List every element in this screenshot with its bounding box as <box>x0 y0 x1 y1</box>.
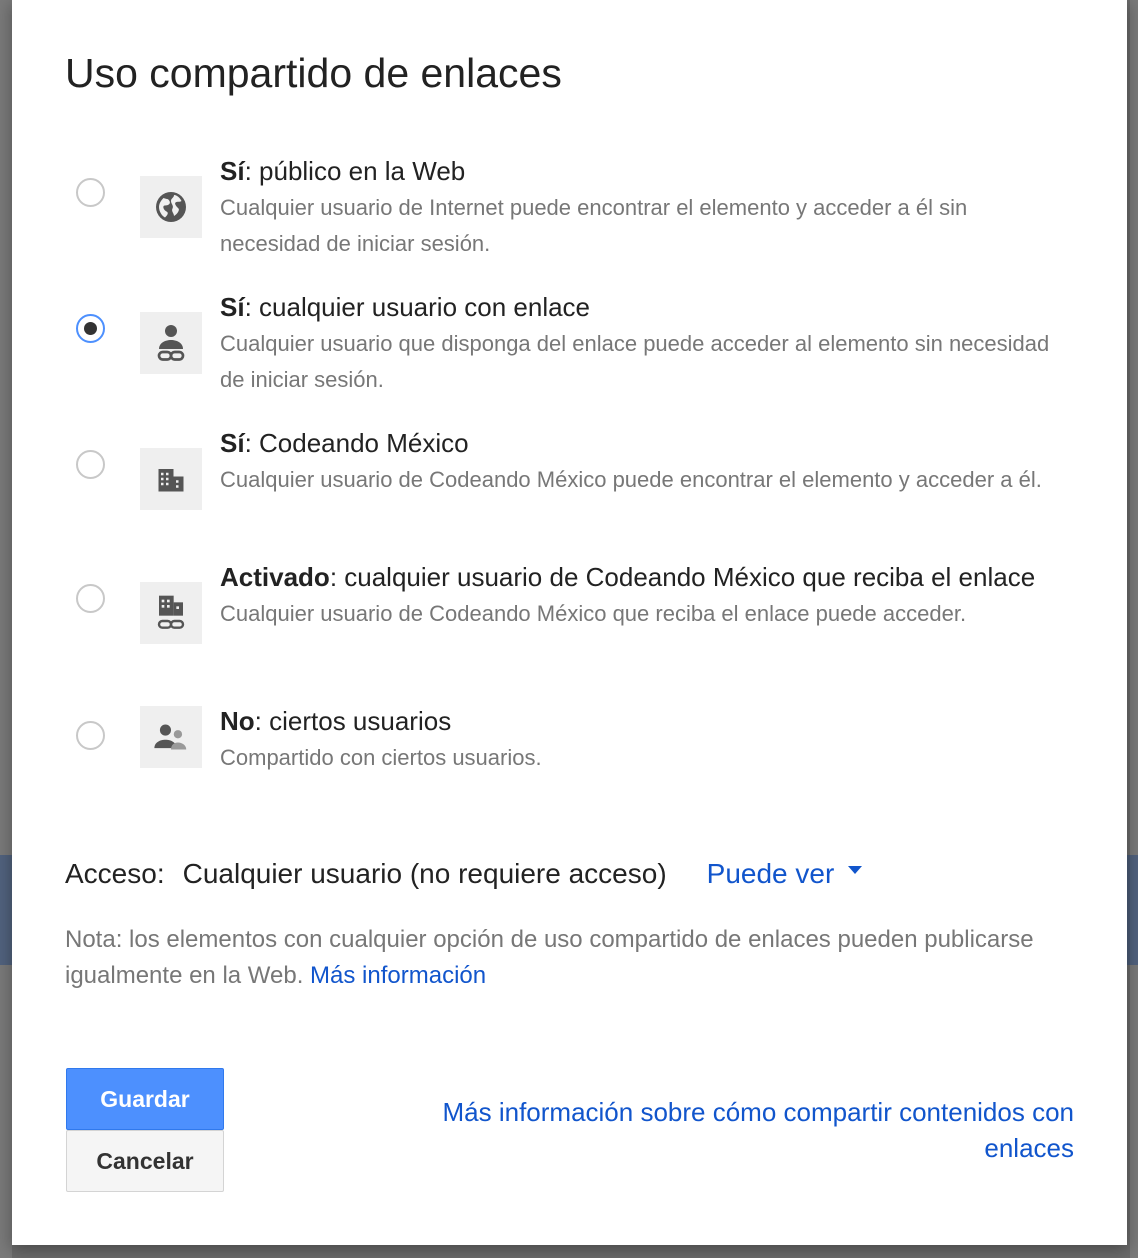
more-info-link[interactable]: Más información <box>310 962 486 989</box>
option-title: Activado: cualquier usuario de Codeando … <box>220 562 1036 592</box>
building-link-icon <box>140 582 202 644</box>
option-title: Sí: Codeando México <box>220 428 469 458</box>
note-body: Nota: los elementos con cualquier opción… <box>65 926 1034 989</box>
option-description: Cualquier usuario de Codeando México pue… <box>220 467 1042 492</box>
background-page-left <box>0 0 12 1258</box>
access-label: Acceso: <box>65 858 165 889</box>
caret-down-icon[interactable] <box>848 866 863 874</box>
option-description: Cualquier usuario de Codeando México que… <box>220 601 967 626</box>
link-sharing-dialog: Uso compartido de enlaces Sí: público en… <box>12 0 1127 1245</box>
option-title: Sí: cualquier usuario con enlace <box>220 292 591 322</box>
radio-organization[interactable] <box>76 450 105 479</box>
dialog-title: Uso compartido de enlaces <box>65 50 562 96</box>
option-description: Compartido con ciertos usuarios. <box>220 745 542 770</box>
access-row: Acceso: Cualquier usuario (no requiere a… <box>65 858 863 890</box>
radio-specific-people[interactable] <box>76 721 105 750</box>
people-icon <box>140 706 202 768</box>
permission-dropdown[interactable]: Puede ver <box>707 858 863 890</box>
save-button[interactable]: Guardar <box>66 1068 224 1130</box>
person-link-icon <box>140 312 202 374</box>
note-text: Nota: los elementos con cualquier opción… <box>65 922 1045 994</box>
globe-icon <box>140 176 202 238</box>
radio-organization-with-link[interactable] <box>76 584 105 613</box>
permission-dropdown-label[interactable]: Puede ver <box>707 858 835 890</box>
radio-public-web[interactable] <box>76 178 105 207</box>
option-description: Cualquier usuario de Internet puede enco… <box>220 195 968 256</box>
building-icon <box>140 448 202 510</box>
cancel-button[interactable]: Cancelar <box>66 1130 224 1192</box>
radio-anyone-with-link[interactable] <box>76 314 105 343</box>
option-title: Sí: público en la Web <box>220 156 466 186</box>
option-title: No: ciertos usuarios <box>220 706 452 736</box>
access-value: Cualquier usuario (no requiere acceso) <box>182 858 667 889</box>
background-page-right <box>1130 0 1138 1258</box>
option-description: Cualquier usuario que disponga del enlac… <box>220 331 1050 392</box>
help-link-sharing[interactable]: Más información sobre cómo compartir con… <box>374 1094 1074 1166</box>
